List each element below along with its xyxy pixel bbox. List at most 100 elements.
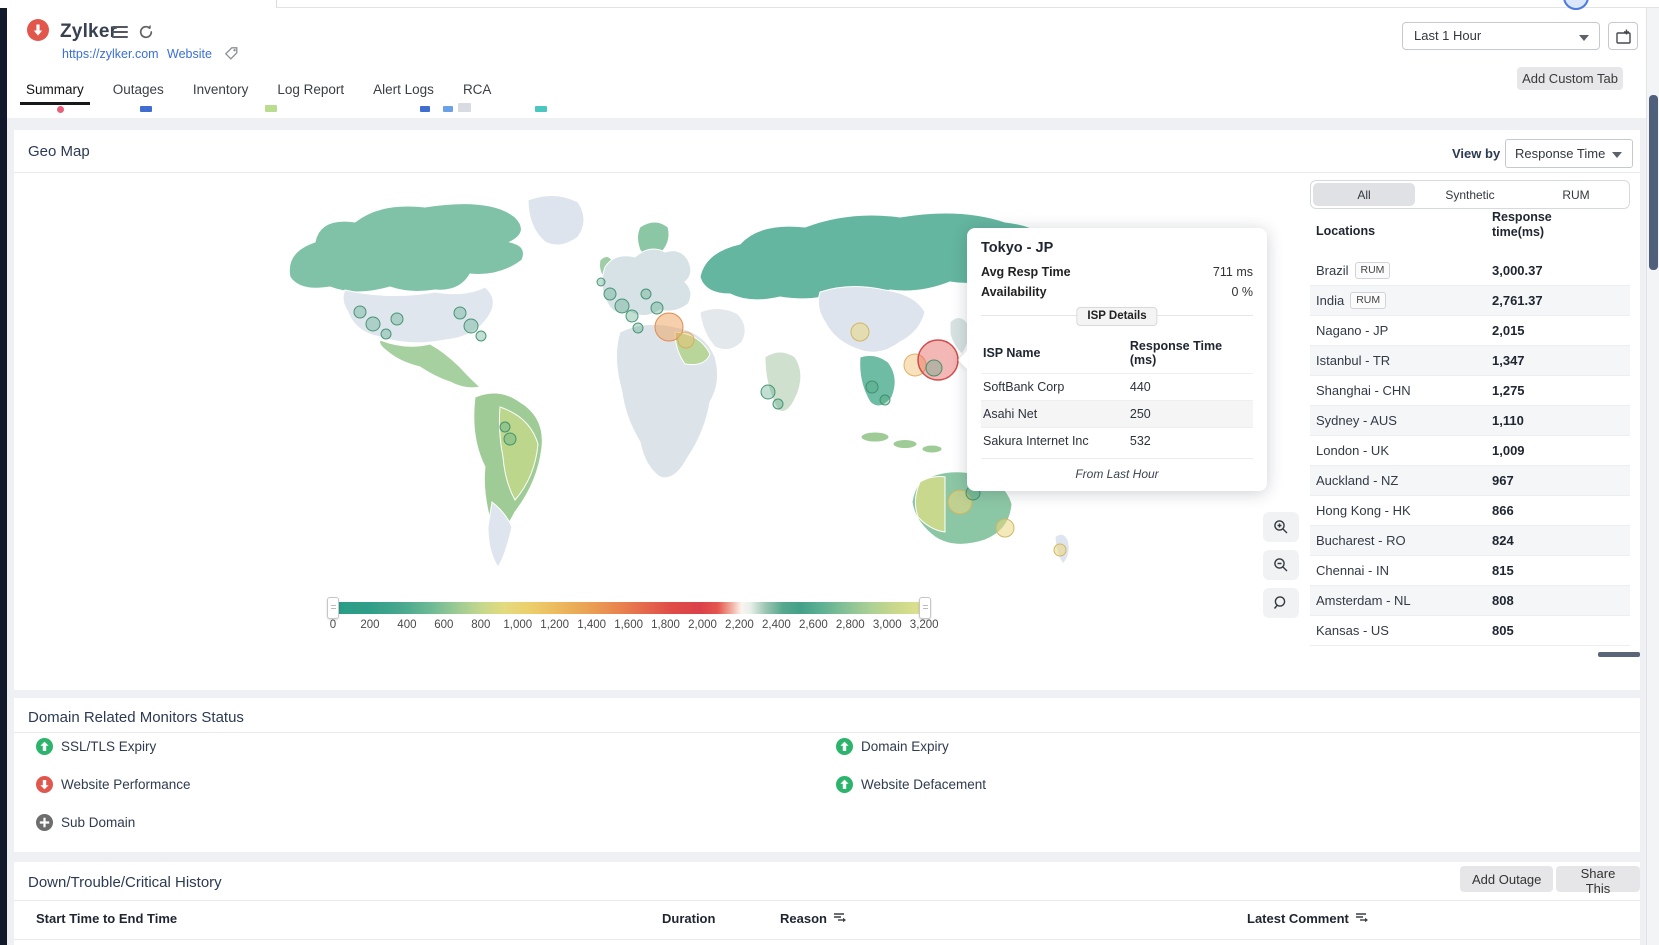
domain-monitor-website-defacement[interactable]: Website Defacement (836, 776, 986, 793)
map-data-bubble[interactable] (454, 307, 466, 319)
map-zoom-reset-button[interactable] (1263, 588, 1299, 618)
isp-row: Asahi Net250 (981, 401, 1253, 428)
location-row-kansas-us[interactable]: Kansas - US805 (1310, 616, 1630, 646)
map-data-bubble[interactable] (391, 313, 403, 325)
location-row-shanghai-chn[interactable]: Shanghai - CHN1,275 (1310, 376, 1630, 406)
map-data-bubble[interactable] (597, 278, 605, 286)
hamburger-icon[interactable] (112, 26, 128, 38)
view-by-label: View by (1452, 146, 1500, 161)
tab-inventory[interactable]: Inventory (190, 78, 252, 105)
map-zoom-out-button[interactable] (1263, 550, 1299, 580)
map-data-bubble[interactable] (476, 331, 486, 341)
add-outage-button[interactable]: Add Outage (1460, 866, 1553, 892)
locations-tab-synthetic[interactable]: Synthetic (1419, 183, 1521, 206)
page-scrollbar-thumb[interactable] (1649, 95, 1658, 270)
tab-outages[interactable]: Outages (110, 78, 167, 105)
location-row-nagano-jp[interactable]: Nagano - JP2,015 (1310, 316, 1630, 346)
tab-summary[interactable]: Summary (23, 78, 87, 105)
map-data-bubble[interactable] (1054, 544, 1066, 556)
monitor-down-status-icon (27, 19, 49, 41)
tab-alert-logs[interactable]: Alert Logs (370, 78, 437, 105)
locations-tab-all[interactable]: All (1313, 183, 1415, 206)
tag-icon[interactable] (224, 46, 239, 66)
filter-icon[interactable] (833, 911, 847, 926)
scale-tick: 2,000 (688, 619, 717, 631)
location-name: London - UK (1316, 443, 1389, 458)
refresh-icon[interactable] (137, 23, 155, 41)
location-row-india[interactable]: IndiaRUM2,761.37 (1310, 286, 1630, 316)
scale-min-handle[interactable] (327, 597, 339, 619)
location-row-auckland-nz[interactable]: Auckland - NZ967 (1310, 466, 1630, 496)
map-data-bubble[interactable] (880, 395, 890, 405)
locations-tab-rum[interactable]: RUM (1525, 183, 1627, 206)
chevron-down-icon (1579, 35, 1589, 41)
location-row-sydney-aus[interactable]: Sydney - AUS1,110 (1310, 406, 1630, 436)
response-time-color-scale (333, 602, 925, 614)
cutoff-fragment (535, 106, 547, 112)
map-data-bubble[interactable] (651, 302, 663, 314)
monitor-url-link[interactable]: https://zylker.com (62, 47, 159, 61)
scale-max-handle[interactable] (919, 597, 931, 619)
map-data-bubble[interactable] (504, 433, 516, 445)
map-data-bubble[interactable] (604, 288, 616, 300)
map-data-bubble[interactable] (866, 381, 878, 393)
monitor-type-link[interactable]: Website (167, 47, 212, 61)
filter-icon[interactable] (1355, 911, 1369, 926)
map-data-bubble[interactable] (615, 299, 629, 313)
add-custom-tab-button[interactable]: Add Custom Tab (1517, 67, 1623, 90)
domain-monitor-label: Website Defacement (861, 777, 986, 792)
add-to-dashboard-button[interactable] (1608, 22, 1638, 50)
map-data-bubble[interactable] (773, 399, 783, 409)
map-data-bubble[interactable] (641, 289, 651, 299)
geo-map-card: Geo Map View by Response Time (14, 130, 1640, 690)
map-data-bubble[interactable] (354, 306, 366, 318)
map-data-bubble[interactable] (761, 385, 775, 399)
location-name: Sydney - AUS (1316, 413, 1397, 428)
domain-monitor-domain-expiry[interactable]: Domain Expiry (836, 738, 949, 755)
map-data-bubble[interactable] (500, 422, 510, 432)
stat-value: 0 % (1231, 285, 1253, 299)
time-range-select[interactable]: Last 1 Hour (1402, 22, 1600, 50)
tab-log-report[interactable]: Log Report (274, 78, 347, 105)
share-this-button[interactable]: Share This (1556, 866, 1640, 892)
map-data-bubble[interactable] (633, 323, 643, 333)
history-column-reason[interactable]: Reason (780, 911, 847, 926)
status-up-icon (836, 738, 853, 755)
location-response-time: 2,015 (1492, 323, 1525, 338)
map-data-bubble[interactable] (381, 329, 391, 339)
isp-details-badge: ISP Details (1076, 307, 1157, 326)
view-by-select[interactable]: Response Time (1505, 139, 1633, 168)
cutoff-fragment (265, 105, 277, 112)
location-row-london-uk[interactable]: London - UK1,009 (1310, 436, 1630, 466)
status-down-icon (36, 776, 53, 793)
location-row-amsterdam-nl[interactable]: Amsterdam - NL808 (1310, 586, 1630, 616)
tab-rca[interactable]: RCA (460, 78, 495, 105)
locations-hscrollbar-thumb[interactable] (1598, 652, 1640, 657)
domain-monitor-label: Domain Expiry (861, 739, 949, 754)
page-scrollbar[interactable] (1646, 8, 1659, 945)
location-row-brazil[interactable]: BrazilRUM3,000.37 (1310, 256, 1630, 286)
rum-badge: RUM (1350, 292, 1386, 309)
cutoff-fragment (420, 106, 430, 112)
history-column-latest-comment[interactable]: Latest Comment (1247, 911, 1369, 926)
scale-tick: 2,400 (762, 619, 791, 631)
domain-monitor-sub-domain[interactable]: Sub Domain (36, 814, 135, 831)
monitor-name: Zylker (60, 21, 117, 43)
isp-row: SoftBank Corp440 (981, 374, 1253, 401)
location-row-chennai-in[interactable]: Chennai - IN815 (1310, 556, 1630, 586)
domain-monitor-ssl-tls-expiry[interactable]: SSL/TLS Expiry (36, 738, 156, 755)
map-data-bubble[interactable] (626, 310, 638, 322)
map-data-bubble[interactable] (926, 360, 942, 376)
collapsed-sidebar-rail[interactable] (0, 8, 7, 945)
map-data-bubble[interactable] (366, 317, 380, 331)
domain-monitor-website-performance[interactable]: Website Performance (36, 776, 191, 793)
map-data-bubble[interactable] (678, 332, 694, 348)
map-data-bubble[interactable] (464, 319, 478, 333)
location-row-istanbul-tr[interactable]: Istanbul - TR1,347 (1310, 346, 1630, 376)
location-row-hong-kong-hk[interactable]: Hong Kong - HK866 (1310, 496, 1630, 526)
location-row-bucharest-ro[interactable]: Bucharest - RO824 (1310, 526, 1630, 556)
map-data-bubble[interactable] (996, 519, 1014, 537)
map-zoom-in-button[interactable] (1263, 512, 1299, 542)
map-data-bubble[interactable] (851, 323, 869, 341)
monitor-header: Zylker https://zylker.com Website Last 1… (7, 8, 1646, 118)
